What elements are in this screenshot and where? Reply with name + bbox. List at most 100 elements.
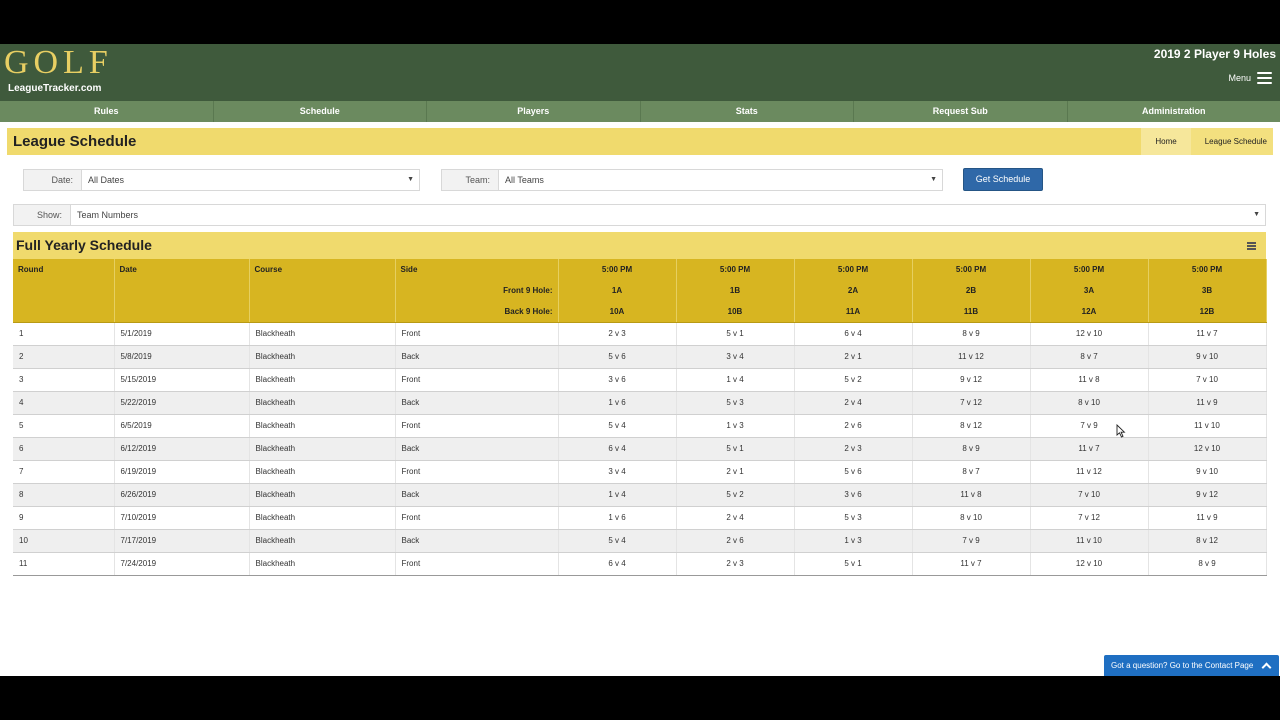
cell-side: Front (395, 552, 559, 576)
cell-match: 5 v 6 (558, 345, 677, 369)
cell-match: 7 v 9 (912, 529, 1031, 553)
breadcrumb: Home League Schedule (1141, 128, 1273, 155)
nav-item-request-sub[interactable]: Request Sub (854, 101, 1068, 122)
cell-match: 5 v 4 (558, 529, 677, 553)
menu-button[interactable]: Menu (1228, 70, 1272, 86)
cell-match: 6 v 4 (558, 437, 677, 461)
cell-round: 10 (13, 529, 115, 553)
cell-match: 12 v 10 (1030, 322, 1149, 346)
schedule-section-title: Full Yearly Schedule (16, 237, 152, 253)
get-schedule-button[interactable]: Get Schedule (963, 168, 1043, 191)
cell-round: 11 (13, 552, 115, 576)
show-select[interactable]: Team Numbers ▼ (71, 205, 1265, 225)
nav-item-administration[interactable]: Administration (1068, 101, 1280, 122)
header-spacer (249, 280, 396, 301)
cell-match: 7 v 10 (1148, 368, 1267, 392)
table-row: 2 5/8/2019 Blackheath Back 5 v 63 v 42 v 1 11… (13, 345, 1267, 369)
cell-match: 5 v 1 (794, 552, 913, 576)
back-hole-label: Back 9 Hole: (395, 301, 559, 323)
cell-course: Blackheath (249, 506, 396, 530)
cell-match: 2 v 6 (676, 529, 795, 553)
slot-back-hole: 11A (794, 301, 913, 323)
date-select[interactable]: All Dates ▼ (82, 170, 419, 190)
header-row-front: Front 9 Hole: 1A 1B 2A 2B 3A 3B (13, 280, 1267, 301)
logo-site-text: LeagueTracker.com (8, 83, 102, 94)
chevron-up-icon (1261, 662, 1272, 673)
show-filter: Show: Team Numbers ▼ (13, 204, 1266, 226)
slot-front-hole: 2A (794, 280, 913, 301)
cell-course: Blackheath (249, 322, 396, 346)
breadcrumb-home[interactable]: Home (1141, 128, 1191, 155)
cell-match: 7 v 12 (1030, 506, 1149, 530)
cell-round: 7 (13, 460, 115, 484)
cell-course: Blackheath (249, 437, 396, 461)
date-filter-label: Date: (24, 170, 82, 190)
cell-match: 11 v 10 (1030, 529, 1149, 553)
cell-match: 2 v 4 (676, 506, 795, 530)
nav-item-players[interactable]: Players (427, 101, 641, 122)
slot-front-hole: 1A (558, 280, 677, 301)
cell-match: 2 v 1 (676, 460, 795, 484)
cell-match: 2 v 1 (794, 345, 913, 369)
cell-date: 5/1/2019 (114, 322, 250, 346)
cell-date: 6/19/2019 (114, 460, 250, 484)
cell-match: 5 v 4 (558, 414, 677, 438)
cell-match: 1 v 3 (794, 529, 913, 553)
cell-match: 7 v 9 (1030, 414, 1149, 438)
slot-time: 5:00 PM (676, 259, 795, 280)
contact-widget-label: Got a question? Go to the Contact Page (1111, 661, 1254, 670)
cell-match: 11 v 7 (1148, 322, 1267, 346)
table-row: 7 6/19/2019 Blackheath Front 3 v 42 v 15 v 6… (13, 460, 1267, 484)
cell-match: 11 v 12 (912, 345, 1031, 369)
cell-match: 8 v 9 (912, 437, 1031, 461)
cell-date: 7/17/2019 (114, 529, 250, 553)
col-header-date: Date (114, 259, 250, 280)
team-select[interactable]: All Teams ▼ (499, 170, 942, 190)
cell-side: Front (395, 460, 559, 484)
cell-course: Blackheath (249, 414, 396, 438)
cell-match: 5 v 3 (794, 506, 913, 530)
cell-match: 1 v 4 (558, 483, 677, 507)
slot-front-hole: 2B (912, 280, 1031, 301)
header-spacer (114, 280, 250, 301)
cell-match: 12 v 10 (1148, 437, 1267, 461)
cell-course: Blackheath (249, 529, 396, 553)
schedule-section-header: Full Yearly Schedule (13, 232, 1266, 259)
cell-round: 9 (13, 506, 115, 530)
site-logo[interactable]: GOLF LeagueTracker.com (4, 46, 114, 98)
cell-match: 11 v 12 (1030, 460, 1149, 484)
slot-back-hole: 11B (912, 301, 1031, 323)
cell-match: 5 v 1 (676, 322, 795, 346)
cell-match: 5 v 1 (676, 437, 795, 461)
section-menu-icon[interactable] (1247, 242, 1256, 250)
cell-round: 6 (13, 437, 115, 461)
table-row: 1 5/1/2019 Blackheath Front 2 v 35 v 16 v 48… (13, 322, 1267, 346)
cell-side: Back (395, 391, 559, 415)
show-filter-label: Show: (14, 205, 71, 225)
cell-match: 2 v 3 (676, 552, 795, 576)
cell-match: 5 v 6 (794, 460, 913, 484)
nav-item-rules[interactable]: Rules (0, 101, 214, 122)
cell-side: Back (395, 345, 559, 369)
header-spacer (114, 301, 250, 323)
table-row: 10 7/17/2019 Blackheath Back 5 v 42 v 61 v 3… (13, 529, 1267, 553)
cell-match: 1 v 3 (676, 414, 795, 438)
cell-match: 1 v 4 (676, 368, 795, 392)
caret-down-icon: ▼ (930, 176, 937, 183)
nav-item-stats[interactable]: Stats (641, 101, 854, 122)
cell-match: 8 v 7 (1030, 345, 1149, 369)
contact-page-widget[interactable]: Got a question? Go to the Contact Page (1104, 655, 1279, 676)
cell-date: 6/26/2019 (114, 483, 250, 507)
cell-match: 7 v 12 (912, 391, 1031, 415)
header-row-time: Round Date Course Side 5:00 PM 5:00 PM 5… (13, 259, 1267, 280)
slot-front-hole: 3B (1148, 280, 1267, 301)
slot-time: 5:00 PM (794, 259, 913, 280)
table-row: 4 5/22/2019 Blackheath Back 1 v 65 v 32 v 47… (13, 391, 1267, 415)
team-filter: Team: All Teams ▼ (441, 169, 943, 191)
table-row: 5 6/5/2019 Blackheath Front 5 v 41 v 32 v 68… (13, 414, 1267, 438)
cell-match: 11 v 7 (1030, 437, 1149, 461)
cell-date: 6/12/2019 (114, 437, 250, 461)
main-nav: Rules Schedule Players Stats Request Sub… (0, 101, 1280, 122)
nav-item-schedule[interactable]: Schedule (214, 101, 427, 122)
slot-back-hole: 12A (1030, 301, 1149, 323)
